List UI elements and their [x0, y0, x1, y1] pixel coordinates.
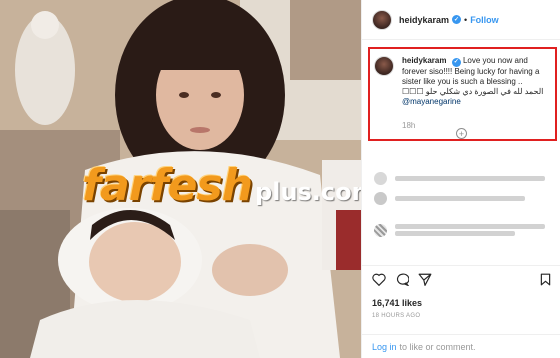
watermark-logo: farfesh plus.com	[82, 160, 361, 214]
share-icon[interactable]	[418, 273, 432, 286]
caption-text: heidykaram ✓ Love you now and forever si…	[402, 56, 553, 107]
caption-avatar[interactable]	[374, 56, 394, 76]
caption-mention[interactable]: @mayanegarine	[402, 97, 553, 107]
heart-icon[interactable]	[372, 273, 386, 286]
blurred-avatar	[374, 192, 387, 205]
likes-count[interactable]: 16,741 likes	[372, 298, 422, 308]
blurred-avatar	[374, 172, 387, 185]
caption-row: heidykaram ✓ Love you now and forever si…	[374, 56, 553, 107]
caption-highlight-box: heidykaram ✓ Love you now and forever si…	[368, 47, 557, 141]
blurred-comment	[374, 222, 545, 238]
blurred-comment	[374, 172, 545, 185]
load-more-comments[interactable]: +	[456, 128, 467, 139]
post-photo[interactable]: farfesh plus.com	[0, 0, 361, 358]
login-link[interactable]: Log in	[372, 342, 397, 352]
blurred-text	[395, 222, 545, 238]
post-header: heidykaram ✓ • Follow	[362, 0, 560, 40]
post-age: 18 HOURS AGO	[372, 313, 421, 319]
caption-timestamp[interactable]: 18h	[402, 121, 415, 130]
blurred-text	[395, 174, 545, 183]
watermark-plus-text: plus.com	[255, 178, 361, 206]
blurred-avatar	[374, 223, 387, 237]
verified-icon: ✓	[451, 57, 461, 67]
add-comment-icon[interactable]: +	[456, 128, 467, 139]
blurred-text	[395, 194, 525, 203]
bookmark-icon[interactable]	[540, 273, 551, 286]
separator-dot: •	[464, 14, 468, 25]
username[interactable]: heidykaram	[399, 15, 449, 25]
verified-icon: ✓	[452, 15, 462, 24]
avatar[interactable]	[372, 9, 392, 30]
post-side-panel: heidykaram ✓ • Follow heidykaram ✓ Love …	[361, 0, 560, 358]
follow-button[interactable]: Follow	[470, 15, 499, 25]
action-bar	[362, 265, 560, 293]
login-bar: Log in to like or comment.	[362, 334, 560, 358]
login-prompt: to like or comment.	[399, 341, 476, 352]
blurred-comment	[374, 192, 525, 205]
caption-arabic: الحمد لله في الصورة دي شكلي حلو ☐☐☐	[402, 86, 544, 96]
watermark-main-text: farfesh	[82, 160, 253, 211]
caption-username[interactable]: heidykaram	[402, 56, 446, 65]
comment-icon[interactable]	[395, 273, 409, 286]
